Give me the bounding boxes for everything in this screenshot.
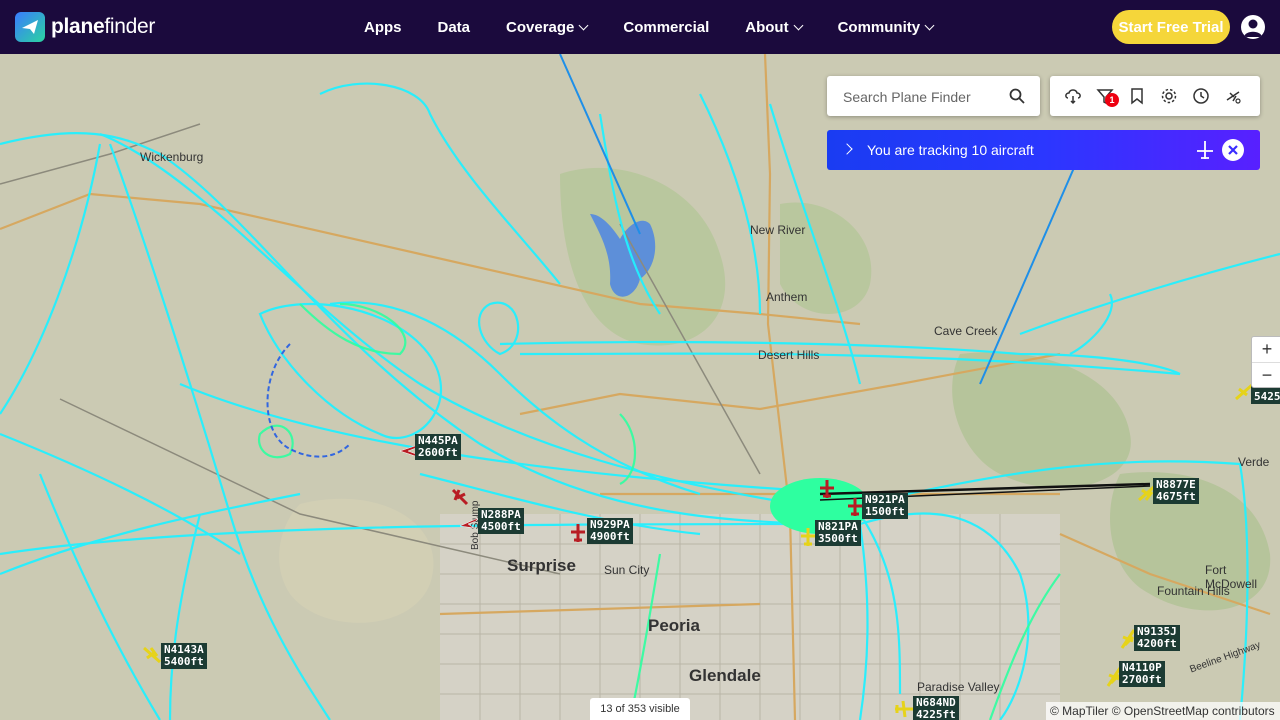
aircraft-label[interactable]: N929PA 4900ft [587, 518, 633, 544]
top-navigation-bar: planefinder Apps Data Coverage Commercia… [0, 0, 1280, 54]
town-label: Peoria [648, 616, 700, 635]
town-label: Desert Hills [758, 348, 820, 362]
town-label: Glendale [689, 666, 761, 685]
aircraft-label[interactable]: N921PA 1500ft [862, 493, 908, 519]
aircraft-icon[interactable] [449, 486, 471, 508]
nav-apps[interactable]: Apps [364, 19, 402, 36]
bookmark-icon[interactable] [1128, 87, 1146, 105]
map-attribution[interactable]: © MapTiler © OpenStreetMap contributors [1046, 702, 1280, 720]
user-account-icon[interactable] [1241, 15, 1265, 39]
filter-button[interactable]: 1 [1096, 87, 1119, 107]
weather-icon[interactable] [1064, 87, 1082, 105]
aircraft-icon[interactable] [567, 522, 589, 544]
aircraft-label[interactable]: N821PA 3500ft [815, 520, 861, 546]
search-icon[interactable] [1009, 88, 1025, 104]
settings-icon[interactable] [1160, 87, 1178, 105]
nav-coverage[interactable]: Coverage [506, 19, 589, 36]
plane-icon [1197, 141, 1213, 159]
search-input[interactable] [841, 76, 995, 118]
chevron-down-icon [924, 20, 935, 30]
filter-count-badge: 1 [1105, 93, 1119, 107]
chevron-right-icon[interactable] [841, 143, 853, 155]
main-nav: Apps Data Coverage Commercial About Comm… [364, 0, 969, 54]
map-toolbar: 1 [1050, 76, 1260, 116]
brand-name: planefinder [51, 15, 156, 38]
aircraft-icon[interactable] [893, 698, 915, 720]
chevron-down-icon [578, 20, 589, 30]
nav-about[interactable]: About [745, 19, 804, 36]
aircraft-icon[interactable] [816, 478, 838, 500]
zoom-out-button[interactable]: − [1252, 363, 1280, 388]
aircraft-label[interactable]: N9135J 4200ft [1134, 625, 1180, 651]
close-tracking-button[interactable] [1222, 139, 1244, 161]
planefinder-logo[interactable]: planefinder [15, 12, 155, 42]
close-icon [1228, 145, 1238, 155]
airport-icon[interactable] [1224, 87, 1242, 105]
town-label: Surprise [507, 556, 576, 575]
town-label: New River [750, 223, 806, 237]
town-label: Fort McDowell [1205, 563, 1258, 591]
town-label: Verde [1238, 455, 1270, 469]
plane-logo-icon [15, 12, 45, 42]
town-label: Wickenburg [140, 150, 204, 164]
nav-commercial[interactable]: Commercial [623, 19, 709, 36]
history-icon[interactable] [1192, 87, 1210, 105]
chevron-down-icon [793, 20, 804, 30]
aircraft-label[interactable]: N4143A 5400ft [161, 643, 207, 669]
tracking-banner[interactable]: You are tracking 10 aircraft [827, 130, 1260, 170]
town-label: Paradise Valley [917, 680, 1000, 694]
aircraft-label[interactable]: N4110P 2700ft [1119, 661, 1165, 687]
zoom-control: + − [1251, 336, 1280, 388]
tracking-text: You are tracking 10 aircraft [867, 142, 1034, 158]
aircraft-icon[interactable] [141, 644, 163, 666]
aircraft-label[interactable]: N445PA 2600ft [415, 434, 461, 460]
search-box [827, 76, 1040, 118]
aircraft-label[interactable]: N288PA 4500ft [478, 508, 524, 534]
town-label: Anthem [766, 290, 808, 304]
town-label: Sun City [604, 563, 650, 577]
visible-aircraft-count: 13 of 353 visible [590, 698, 690, 720]
zoom-in-button[interactable]: + [1252, 337, 1280, 363]
aircraft-label[interactable]: N684ND 4225ft [913, 696, 959, 720]
aircraft-label[interactable]: N8877E 4675ft [1153, 478, 1199, 504]
town-label: Cave Creek [934, 324, 998, 338]
nav-community[interactable]: Community [838, 19, 935, 36]
start-free-trial-button[interactable]: Start Free Trial [1112, 10, 1230, 44]
nav-data[interactable]: Data [438, 19, 471, 36]
aircraft-icon[interactable] [458, 512, 480, 534]
